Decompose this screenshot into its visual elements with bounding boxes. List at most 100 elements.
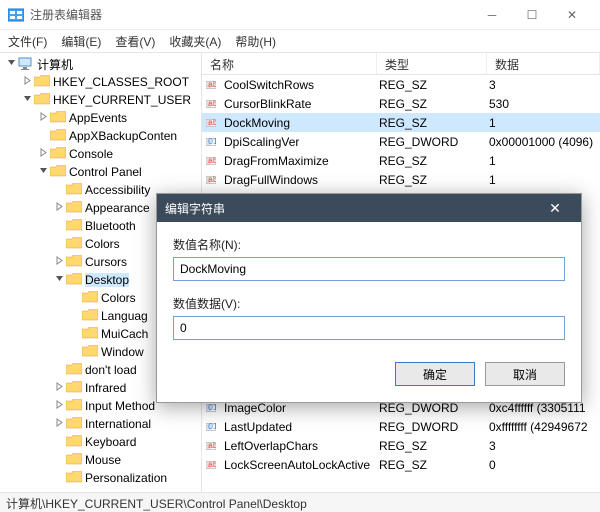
folder-icon <box>66 435 82 449</box>
tree-root[interactable]: 计算机 <box>0 55 201 73</box>
tree-item[interactable]: Personalization <box>0 469 201 487</box>
folder-icon <box>66 471 82 485</box>
value-icon: 01 <box>202 420 220 434</box>
value-icon: ab <box>202 458 220 472</box>
expand-icon[interactable] <box>36 166 50 178</box>
folder-icon <box>66 417 82 431</box>
svg-text:ab: ab <box>208 459 216 469</box>
list-row[interactable]: abCoolSwitchRowsREG_SZ3 <box>202 75 600 94</box>
value-name: LastUpdated <box>220 420 375 434</box>
expand-icon[interactable] <box>36 112 50 124</box>
svg-text:01: 01 <box>208 402 216 412</box>
value-name: DragFullWindows <box>220 173 375 187</box>
list-row[interactable]: 01 LastUpdatedREG_DWORD0xffffffff (429496… <box>202 417 600 436</box>
tree-item[interactable]: Control Panel <box>0 163 201 181</box>
list-row[interactable]: ab DragFullWindowsREG_SZ1 <box>202 170 600 189</box>
folder-icon <box>82 327 98 341</box>
input-value-data[interactable] <box>173 316 565 340</box>
list-row[interactable]: abLeftOverlapCharsREG_SZ3 <box>202 436 600 455</box>
col-type[interactable]: 类型 <box>377 53 487 74</box>
folder-icon <box>50 111 66 125</box>
menu-file[interactable]: 文件(F) <box>8 33 47 50</box>
list-row[interactable]: 01 DpiScalingVerREG_DWORD0x00001000 (4096… <box>202 132 600 151</box>
dialog-titlebar[interactable]: 编辑字符串 ✕ <box>157 194 581 222</box>
computer-icon <box>18 57 34 71</box>
cancel-button[interactable]: 取消 <box>485 362 565 386</box>
tree-item[interactable]: Mouse <box>0 451 201 469</box>
close-button[interactable]: ✕ <box>552 0 592 30</box>
folder-icon <box>82 291 98 305</box>
list-row[interactable]: abDockMovingREG_SZ1 <box>202 113 600 132</box>
value-data: 1 <box>485 173 600 187</box>
menu-view[interactable]: 查看(V) <box>115 33 155 50</box>
folder-icon <box>66 255 82 269</box>
value-data: 0x00001000 (4096) <box>485 135 600 149</box>
ok-button[interactable]: 确定 <box>395 362 475 386</box>
folder-icon <box>34 93 50 107</box>
dialog-close-icon[interactable]: ✕ <box>537 200 573 217</box>
expand-icon[interactable] <box>52 202 66 214</box>
list-row[interactable]: abDragFromMaximizeREG_SZ1 <box>202 151 600 170</box>
status-bar: 计算机\HKEY_CURRENT_USER\Control Panel\Desk… <box>0 492 600 512</box>
tree-item[interactable]: AppEvents <box>0 109 201 127</box>
folder-icon <box>50 165 66 179</box>
value-name: DpiScalingVer <box>220 135 375 149</box>
tree-item[interactable]: HKEY_CURRENT_USER <box>0 91 201 109</box>
svg-text:01: 01 <box>208 136 216 146</box>
expand-icon[interactable] <box>52 274 66 286</box>
list-row[interactable]: ab LockScreenAutoLockActiveREG_SZ0 <box>202 455 600 474</box>
list-header: 名称 类型 数据 <box>202 53 600 75</box>
value-type: REG_SZ <box>375 154 485 168</box>
svg-text:01: 01 <box>208 421 216 431</box>
expand-icon[interactable] <box>52 382 66 394</box>
window-title: 注册表编辑器 <box>30 6 472 23</box>
value-data: 3 <box>485 439 600 453</box>
value-icon: ab <box>202 97 220 111</box>
minimize-button[interactable]: ─ <box>472 0 512 30</box>
svg-text:ab: ab <box>208 155 216 165</box>
svg-text:ab: ab <box>208 174 216 184</box>
folder-icon <box>66 237 82 251</box>
value-name: DockMoving <box>220 116 375 130</box>
value-data: 0xffffffff (42949672 <box>485 420 600 434</box>
col-data[interactable]: 数据 <box>487 53 600 74</box>
tree-item[interactable]: Keyboard <box>0 433 201 451</box>
value-icon: ab <box>202 154 220 168</box>
value-name: LockScreenAutoLockActive <box>220 458 375 472</box>
expand-icon[interactable] <box>52 400 66 412</box>
expand-icon[interactable] <box>20 94 34 106</box>
tree-item[interactable]: HKEY_CLASSES_ROOT <box>0 73 201 91</box>
folder-icon <box>66 219 82 233</box>
expand-icon[interactable] <box>52 256 66 268</box>
value-icon: ab <box>202 439 220 453</box>
tree-item[interactable]: International <box>0 415 201 433</box>
menu-edit[interactable]: 编辑(E) <box>61 33 101 50</box>
svg-text:ab: ab <box>208 79 216 89</box>
input-value-name[interactable] <box>173 257 565 281</box>
menu-bar: 文件(F) 编辑(E) 查看(V) 收藏夹(A) 帮助(H) <box>0 30 600 52</box>
value-icon: ab <box>202 78 220 92</box>
expand-icon[interactable] <box>36 148 50 160</box>
dialog-title: 编辑字符串 <box>165 200 537 217</box>
folder-icon <box>66 363 82 377</box>
value-type: REG_SZ <box>375 173 485 187</box>
menu-favorites[interactable]: 收藏夹(A) <box>169 33 221 50</box>
menu-help[interactable]: 帮助(H) <box>235 33 276 50</box>
folder-icon <box>34 75 50 89</box>
col-name[interactable]: 名称 <box>202 53 377 74</box>
value-data: 0 <box>485 458 600 472</box>
expand-icon[interactable] <box>52 418 66 430</box>
tree-item[interactable]: Console <box>0 145 201 163</box>
value-type: REG_DWORD <box>375 420 485 434</box>
title-bar: 注册表编辑器 ─ ☐ ✕ <box>0 0 600 30</box>
value-type: REG_SZ <box>375 97 485 111</box>
maximize-button[interactable]: ☐ <box>512 0 552 30</box>
label-value-data: 数值数据(V): <box>173 295 565 312</box>
value-data: 1 <box>485 116 600 130</box>
expand-icon[interactable] <box>20 76 34 88</box>
value-type: REG_DWORD <box>375 135 485 149</box>
tree-item[interactable]: AppXBackupConten <box>0 127 201 145</box>
list-row[interactable]: abCursorBlinkRateREG_SZ530 <box>202 94 600 113</box>
label-value-name: 数值名称(N): <box>173 236 565 253</box>
value-type: REG_SZ <box>375 458 485 472</box>
